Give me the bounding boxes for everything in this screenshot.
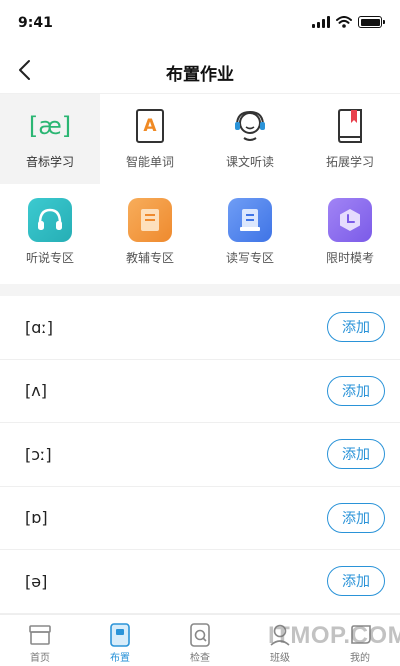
word-card-icon: A: [130, 106, 170, 146]
signal-icon: [312, 16, 330, 28]
grid-item-mock-exam[interactable]: 限时模考: [300, 184, 400, 284]
section-divider: [0, 284, 400, 296]
clock-icon: [328, 198, 372, 242]
list-item: [ə] 添加: [0, 550, 400, 614]
phonetic-symbol: [ə]: [25, 571, 48, 591]
tab-label: 首页: [30, 653, 50, 664]
grid-item-reading-writing[interactable]: 读写专区: [200, 184, 300, 284]
phonetic-icon: [æ]: [28, 106, 72, 146]
book-icon: [128, 198, 172, 242]
list-item: [ɑː] 添加: [0, 296, 400, 360]
tab-home[interactable]: 首页: [0, 615, 80, 666]
grid-item-label: 智能单词: [125, 155, 174, 169]
phonetic-symbol: [ɒ]: [25, 508, 48, 528]
status-time: 9:41: [18, 15, 53, 31]
page-title: 布置作业: [166, 65, 234, 85]
add-button[interactable]: 添加: [327, 375, 385, 406]
phonetic-list: [ɑː] 添加 [ʌ] 添加 [ɔː] 添加 [ɒ] 添加 [ə] 添加: [0, 296, 400, 614]
add-button[interactable]: 添加: [327, 566, 385, 597]
tab-label: 班级: [270, 653, 290, 664]
grid-item-label: 音标学习: [25, 155, 74, 169]
grid-item-label: 读写专区: [225, 251, 274, 265]
headphones-icon: [28, 198, 72, 242]
status-icons: [312, 16, 385, 28]
list-item: [ɒ] 添加: [0, 487, 400, 550]
phonetic-symbol: [ʌ]: [25, 381, 47, 401]
notebook-icon: [228, 198, 272, 242]
headset-person-icon: [230, 106, 270, 146]
tab-assign[interactable]: 布置: [80, 615, 160, 666]
grid-item-listening[interactable]: 课文听读: [200, 94, 300, 184]
tab-label: 我的: [350, 653, 370, 664]
list-item: [ʌ] 添加: [0, 360, 400, 423]
word-card-glyph: A: [143, 116, 157, 136]
grid-item-words[interactable]: A 智能单词: [100, 94, 200, 184]
grid-item-tutorial[interactable]: 教辅专区: [100, 184, 200, 284]
nav-bar: 布置作业: [0, 46, 400, 94]
home-icon: [27, 623, 53, 647]
wifi-icon: [336, 16, 352, 28]
status-bar: 9:41: [0, 0, 400, 46]
grid-item-label: 教辅专区: [125, 251, 174, 265]
grid-item-label: 拓展学习: [325, 155, 374, 169]
category-grid: [æ] 音标学习 A 智能单词 课文听读 拓展学习 听说专区 教辅专区 读写专区…: [0, 94, 400, 284]
grid-item-extended[interactable]: 拓展学习: [300, 94, 400, 184]
grid-item-speaking[interactable]: 听说专区: [0, 184, 100, 284]
assign-icon: [107, 623, 133, 647]
add-button[interactable]: 添加: [327, 439, 385, 470]
grid-item-label: 限时模考: [325, 251, 374, 265]
grid-item-label: 课文听读: [225, 155, 274, 169]
tab-label: 检查: [190, 653, 210, 664]
add-button[interactable]: 添加: [327, 502, 385, 533]
add-button[interactable]: 添加: [327, 312, 385, 343]
check-icon: [187, 623, 213, 647]
battery-icon: [358, 16, 385, 28]
tab-check[interactable]: 检查: [160, 615, 240, 666]
list-item: [ɔː] 添加: [0, 423, 400, 487]
phonetic-symbol: [ɑː]: [25, 317, 54, 337]
watermark: ITMOP.COM: [268, 622, 400, 649]
grid-item-label: 听说专区: [25, 251, 74, 265]
grid-item-phonetics[interactable]: [æ] 音标学习: [0, 94, 100, 184]
bookmark-book-icon: [330, 106, 370, 146]
phonetic-symbol: [ɔː]: [25, 444, 52, 464]
tab-label: 布置: [110, 653, 130, 664]
phonetic-glyph: [æ]: [28, 112, 72, 140]
